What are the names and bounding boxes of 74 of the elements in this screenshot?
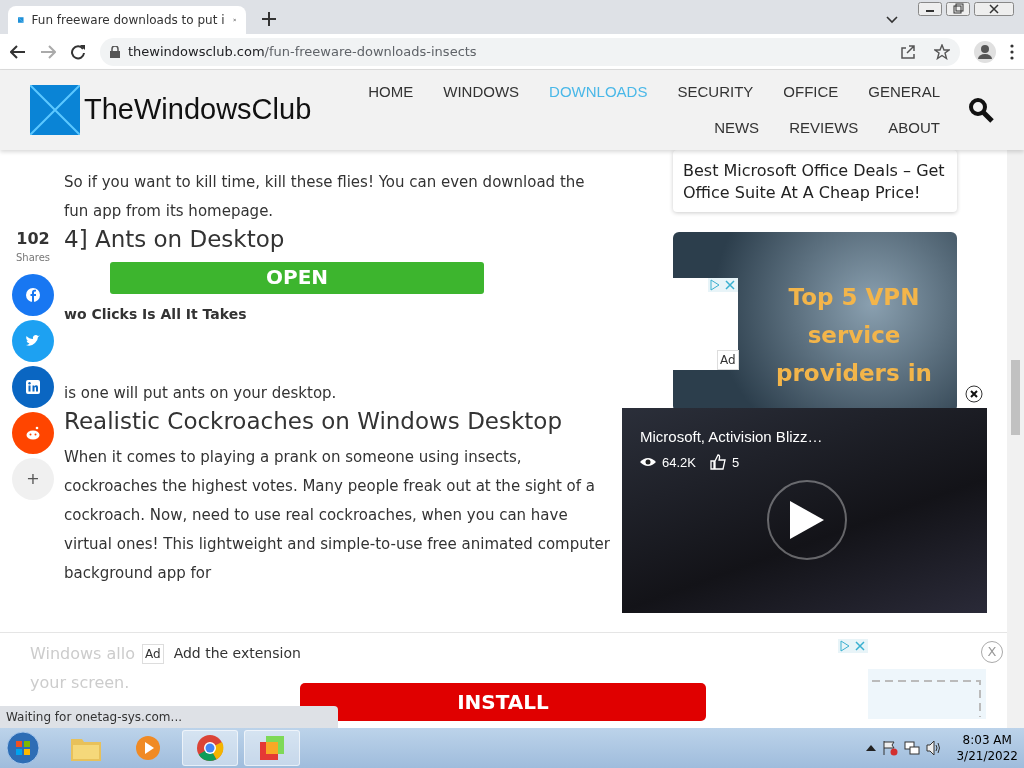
chevron-down-icon[interactable]: [886, 16, 898, 24]
flag-icon[interactable]: [882, 740, 899, 756]
circle-logo-icon: [25, 287, 41, 303]
share-icon[interactable]: [900, 43, 916, 60]
profile-avatar-icon[interactable]: [974, 40, 996, 63]
alien-head-icon: [25, 425, 41, 441]
nav-link[interactable]: OFFICE: [783, 80, 839, 103]
start-orb-icon[interactable]: [6, 731, 40, 765]
overlapping-squares-icon: [258, 734, 286, 762]
network-icon[interactable]: [904, 740, 921, 756]
minimize-icon[interactable]: [918, 2, 942, 16]
new-tab-icon[interactable]: [262, 12, 276, 26]
nav-link[interactable]: NEWS: [714, 117, 760, 140]
view-count: 64.2K: [662, 453, 696, 472]
square-logo-icon: [25, 379, 41, 395]
share-button[interactable]: [12, 274, 54, 316]
ad-caption: wo Clicks Is All It Takes: [64, 304, 248, 324]
status-bar-text: Waiting for onetag-sys.com...: [0, 706, 338, 728]
nav-link[interactable]: WINDOWS: [443, 80, 520, 103]
tray-arrow-icon[interactable]: [866, 744, 877, 752]
site-logo-text[interactable]: TheWindowsClub: [84, 88, 312, 132]
search-icon[interactable]: [968, 97, 994, 123]
address-bar[interactable]: thewindowsclub.com/fun-freeware-downloads-insects: [100, 37, 960, 66]
media-player-icon: [134, 734, 162, 762]
bird-icon: [25, 333, 41, 349]
ad-text: Add the extension: [173, 644, 301, 663]
article-paragraph: So if you want to kill time, kill these flies! You can even download the fun app from its homepage.: [64, 172, 586, 222]
thumbs-up-icon: [710, 454, 726, 471]
ad-headline: Top 5 VPN service providers in: [775, 283, 933, 388]
speaker-icon[interactable]: [926, 740, 943, 756]
play-icon: [790, 501, 824, 539]
article-paragraph: is one will put ants on your desktop.: [64, 382, 338, 404]
close-window-icon[interactable]: [974, 2, 1014, 16]
share-button[interactable]: +: [12, 458, 54, 500]
menu-icon[interactable]: [1010, 43, 1014, 60]
nav-link[interactable]: HOME: [368, 80, 414, 103]
share-label: Shares: [15, 252, 51, 264]
close-icon[interactable]: [965, 385, 983, 403]
reload-icon[interactable]: [70, 43, 86, 60]
nav-link[interactable]: REVIEWS: [789, 117, 859, 140]
share-button[interactable]: [12, 412, 54, 454]
ad-label: Ad: [142, 643, 164, 664]
taskbar-app[interactable]: [244, 730, 300, 766]
windows-logo-icon: [30, 85, 80, 135]
video-title: Microsoft, Activision Blizz…: [640, 427, 824, 447]
chrome-icon: [196, 734, 224, 762]
section-heading: Realistic Cockroaches on Windows Desktop: [64, 407, 563, 436]
install-button[interactable]: INSTALL: [300, 683, 706, 721]
nav-link[interactable]: SECURITY: [677, 80, 754, 103]
url-text: thewindowsclub.com/fun-freeware-downloads-insects: [128, 42, 477, 61]
lock-icon: [110, 45, 120, 58]
section-heading: 4] Ants on Desktop: [64, 226, 286, 254]
browser-tab[interactable]: Fun freeware downloads to put i: [8, 6, 246, 34]
back-arrow-icon[interactable]: [10, 44, 26, 59]
scrollbar[interactable]: [1007, 150, 1024, 728]
dashed-frame-icon: [868, 669, 986, 719]
eye-icon: [640, 457, 656, 468]
nav-link[interactable]: GENERAL: [868, 80, 940, 103]
taskbar-app[interactable]: [182, 730, 238, 766]
restore-icon[interactable]: [946, 2, 970, 16]
article-paragraph: When it comes to playing a prank on someone using insects, cockroaches the highest votes. Many people freak out at the sight of a cockroach. Now, need to use real cockroaches, when you can have virtual ones! This lightweight and simple-to-use free animated computer background app for: [64, 447, 610, 585]
nav-link[interactable]: ABOUT: [888, 117, 940, 140]
share-count: 102: [16, 230, 50, 248]
tab-title: Fun freeware downloads to put i: [31, 12, 225, 29]
share-button[interactable]: [12, 366, 54, 408]
ad-label: Ad: [717, 350, 739, 370]
article-card-title[interactable]: Best Microsoft Office Deals – Get Office Suite At A Cheap Price!: [673, 150, 957, 212]
clock-time[interactable]: 8:03 AM: [956, 732, 1018, 748]
clock-date[interactable]: 3/21/2022: [956, 748, 1018, 764]
share-button[interactable]: [12, 320, 54, 362]
like-count: 5: [732, 453, 740, 472]
play-button[interactable]: [767, 480, 847, 560]
star-icon[interactable]: [934, 43, 950, 60]
video-player[interactable]: Microsoft, Activision Blizz… 64.2K 5: [622, 408, 987, 613]
